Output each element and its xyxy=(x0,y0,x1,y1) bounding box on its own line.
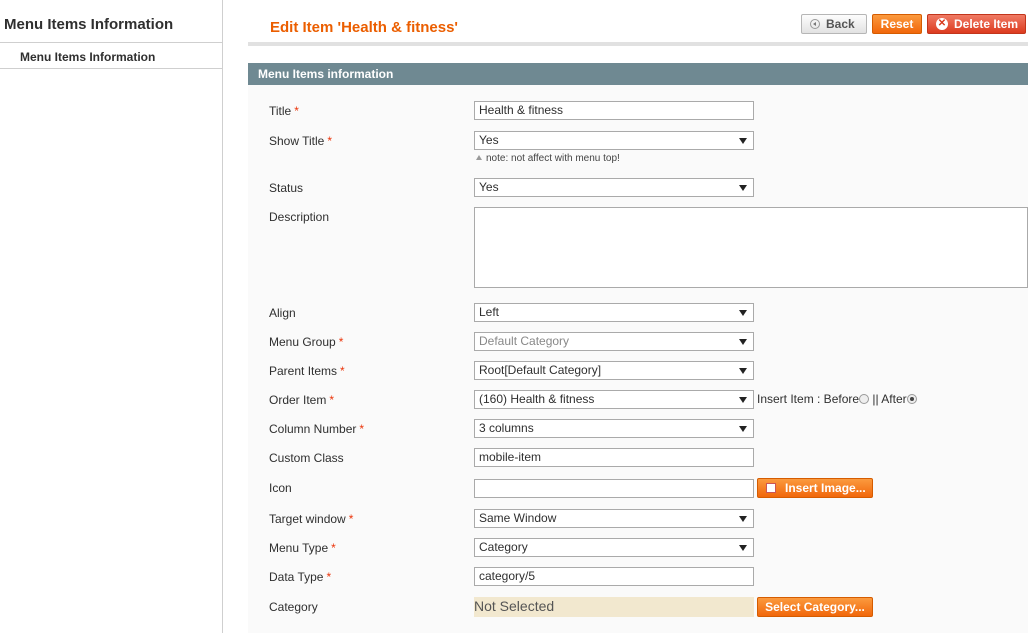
custom-class-label: Custom Class xyxy=(269,451,344,465)
chevron-down-icon xyxy=(739,426,747,432)
chevron-down-icon xyxy=(739,138,747,144)
radio-before[interactable] xyxy=(859,394,870,404)
menu-type-select[interactable]: Category xyxy=(474,538,754,557)
icon-input[interactable] xyxy=(474,479,754,498)
sidebar: Menu Items Information Menu Items Inform… xyxy=(0,0,223,633)
parent-items-label: Parent Items * xyxy=(269,364,345,378)
title-input[interactable]: Health & fitness xyxy=(474,101,754,120)
chevron-down-icon xyxy=(739,310,747,316)
insert-image-button[interactable]: Insert Image... xyxy=(757,478,873,498)
back-button-label: Back xyxy=(826,17,855,31)
insert-item-label: Insert Item : Before xyxy=(757,392,860,406)
page-title: Edit Item 'Health & fitness' xyxy=(270,19,458,36)
header-divider xyxy=(248,42,1028,46)
image-icon xyxy=(766,483,776,493)
category-label: Category xyxy=(269,600,318,614)
sidebar-title: Menu Items Information xyxy=(4,16,174,33)
parent-items-select[interactable]: Root[Default Category] xyxy=(474,361,754,380)
divider xyxy=(0,68,222,69)
order-item-label: Order Item * xyxy=(269,393,335,407)
chevron-down-icon xyxy=(739,516,747,522)
data-type-label: Data Type * xyxy=(269,570,332,584)
divider xyxy=(0,42,222,43)
chevron-down-icon xyxy=(739,397,747,403)
target-window-label: Target window * xyxy=(269,512,354,526)
status-label: Status xyxy=(269,181,304,195)
target-window-select[interactable]: Same Window xyxy=(474,509,754,528)
chevron-down-icon xyxy=(739,545,747,551)
icon-label: Icon xyxy=(269,481,292,495)
show-title-note: note: not affect with menu top! xyxy=(476,153,620,164)
description-textarea[interactable] xyxy=(474,207,1028,288)
delete-button-label: Delete Item xyxy=(954,17,1019,31)
insert-image-label: Insert Image... xyxy=(785,481,866,495)
title-label: Title * xyxy=(269,104,299,118)
status-select[interactable]: Yes xyxy=(474,178,754,197)
custom-class-input[interactable]: mobile-item xyxy=(474,448,754,467)
menu-group-label: Menu Group * xyxy=(269,335,344,349)
column-number-label: Column Number * xyxy=(269,422,365,436)
section-header: Menu Items information xyxy=(248,63,1028,85)
show-title-label: Show Title * xyxy=(269,134,333,148)
category-value: Not Selected xyxy=(474,597,754,617)
align-select[interactable]: Left xyxy=(474,303,754,322)
note-icon xyxy=(476,155,482,160)
reset-button[interactable]: Reset xyxy=(872,14,922,34)
menu-type-label: Menu Type * xyxy=(269,541,336,555)
insert-position: Insert Item : Before || After xyxy=(757,392,917,406)
chevron-down-icon xyxy=(739,185,747,191)
show-title-select[interactable]: Yes xyxy=(474,131,754,150)
chevron-down-icon xyxy=(739,339,747,345)
back-button[interactable]: Back xyxy=(801,14,867,34)
sidebar-item-menu-items-information[interactable]: Menu Items Information xyxy=(20,50,155,64)
delete-icon: ✕ xyxy=(936,18,948,30)
select-category-button[interactable]: Select Category... xyxy=(757,597,873,617)
align-label: Align xyxy=(269,306,296,320)
after-label: || After xyxy=(872,392,907,406)
delete-item-button[interactable]: ✕ Delete Item xyxy=(927,14,1026,34)
order-item-select[interactable]: (160) Health & fitness xyxy=(474,390,754,409)
description-label: Description xyxy=(269,210,330,224)
column-number-select[interactable]: 3 columns xyxy=(474,419,754,438)
menu-group-select[interactable]: Default Category xyxy=(474,332,754,351)
data-type-input[interactable]: category/5 xyxy=(474,567,754,586)
radio-after[interactable] xyxy=(906,394,917,404)
back-arrow-icon xyxy=(810,19,820,29)
chevron-down-icon xyxy=(739,368,747,374)
